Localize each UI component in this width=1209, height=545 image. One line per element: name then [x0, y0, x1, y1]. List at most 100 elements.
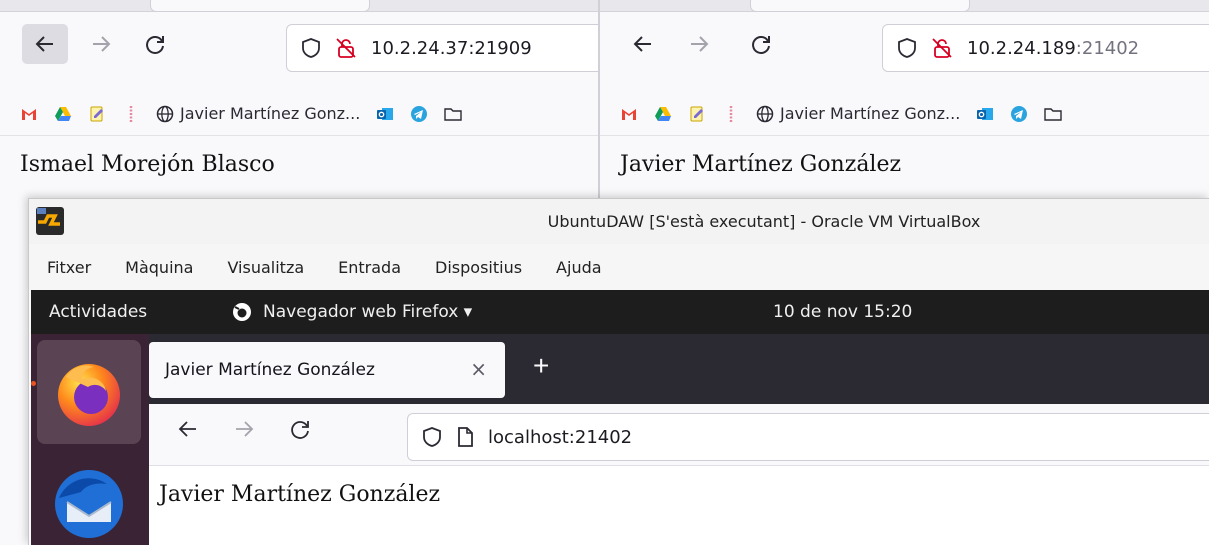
firefox-icon [58, 364, 120, 426]
pink-bookmark-icon [729, 105, 733, 122]
guest-forward-button[interactable] [233, 418, 255, 446]
bookmark-telegram[interactable] [410, 105, 428, 123]
guest-url-text: localhost:21402 [488, 426, 633, 448]
bookmark-gmail[interactable] [20, 105, 38, 123]
shield-icon [423, 427, 441, 447]
app-menu[interactable]: Navegador web Firefox ▾ [231, 301, 472, 323]
bookmark-profile-label: Javier Martínez Gonz... [780, 104, 961, 123]
gmail-icon [22, 108, 36, 120]
insecure-lock-icon [336, 38, 356, 58]
outlook-icon [977, 107, 994, 120]
back-button[interactable] [620, 24, 666, 64]
bookmark-outlook[interactable] [976, 105, 994, 123]
outlook-icon [377, 107, 394, 120]
activities-button[interactable]: Actividades [49, 302, 147, 322]
gnome-top-bar: Actividades Navegador web Firefox ▾ 10 d… [31, 290, 1209, 334]
clock[interactable]: 10 de nov 15:20 [773, 302, 912, 322]
virtualbox-window: UbuntuDAW [S'està executant] - Oracle VM… [28, 198, 1209, 545]
left-navbar: 10.2.24.37:21909 [0, 12, 598, 74]
ubuntu-dock [31, 334, 149, 545]
arrow-right-icon [93, 36, 111, 52]
right-url-text: 10.2.24.189:21402 [967, 38, 1139, 59]
arrow-right-icon [236, 421, 254, 437]
reload-button[interactable] [132, 24, 178, 64]
back-button[interactable] [22, 24, 68, 64]
bookmark-pink[interactable] [722, 105, 740, 123]
guest-active-tab[interactable]: Javier Martínez González × [149, 342, 505, 398]
bookmark-notes[interactable] [688, 105, 706, 123]
page-icon [458, 427, 473, 447]
folder-icon [444, 107, 463, 121]
dock-item-firefox[interactable] [37, 340, 141, 444]
bookmark-drive[interactable] [54, 105, 72, 123]
guest-tab-bar: Javier Martínez González × + [149, 334, 1209, 404]
reload-icon [146, 36, 164, 54]
drive-icon [655, 106, 671, 121]
bookmark-notes[interactable] [88, 105, 106, 123]
bookmark-profile[interactable]: Javier Martínez Gonz... [756, 104, 960, 123]
app-menu-label: Navegador web Firefox ▾ [263, 302, 473, 322]
left-browser-window: 10.2.24.37:21909 Javier Martínez Gonz... [0, 0, 598, 200]
right-url-port: :21402 [1075, 37, 1140, 59]
globe-icon [756, 105, 774, 122]
ubuntu-guest-screen: Actividades Navegador web Firefox ▾ 10 d… [31, 290, 1209, 545]
bookmark-outlook[interactable] [376, 105, 394, 123]
notes-icon [690, 106, 703, 121]
bookmark-folder[interactable] [1044, 105, 1063, 123]
left-tabstrip [0, 0, 598, 12]
gmail-icon [622, 108, 636, 120]
forward-button[interactable] [78, 24, 124, 64]
firefox-small-icon [233, 303, 251, 321]
bookmark-profile-label: Javier Martínez Gonz... [180, 104, 361, 123]
running-indicator [31, 381, 36, 386]
telegram-icon [411, 105, 428, 122]
bookmark-drive[interactable] [654, 105, 672, 123]
left-bookmarks-toolbar: Javier Martínez Gonz... [0, 92, 598, 136]
new-tab-button[interactable]: + [533, 352, 549, 380]
dock-item-thunderbird[interactable] [37, 452, 141, 545]
left-page-heading: Ismael Morejón Blasco [20, 152, 275, 177]
right-url-host: 10.2.24.189 [967, 37, 1076, 59]
virtualbox-titlebar[interactable]: UbuntuDAW [S'està executant] - Oracle VM… [29, 199, 1209, 244]
bookmark-pink[interactable] [122, 105, 140, 123]
telegram-icon [1011, 105, 1028, 122]
insecure-lock-icon [932, 38, 952, 58]
reload-icon [291, 421, 309, 439]
notes-icon [90, 106, 103, 121]
right-page-heading: Javier Martínez González [620, 152, 902, 177]
left-tab-stub[interactable] [150, 0, 370, 12]
guest-page-heading: Javier Martínez González [159, 482, 441, 507]
arrow-left-icon [178, 421, 196, 437]
right-tabstrip [600, 0, 1209, 12]
globe-icon [156, 105, 174, 122]
menu-dispositius[interactable]: Dispositius [435, 258, 522, 277]
guest-page-content: Javier Martínez González [149, 466, 1209, 545]
guest-url-bar[interactable]: localhost:21402 [407, 413, 1209, 461]
guest-nav-bar: localhost:21402 [149, 404, 1209, 466]
right-url-bar[interactable]: 10.2.24.189:21402 [882, 24, 1209, 72]
bookmark-gmail[interactable] [620, 105, 638, 123]
menu-ajuda[interactable]: Ajuda [556, 258, 602, 277]
virtualbox-title: UbuntuDAW [S'està executant] - Oracle VM… [547, 212, 981, 231]
guest-reload-button[interactable] [289, 418, 311, 446]
forward-button[interactable] [676, 24, 722, 64]
menu-maquina[interactable]: Màquina [125, 258, 193, 277]
folder-icon [1044, 107, 1063, 121]
arrow-left-icon [633, 36, 651, 52]
reload-button[interactable] [738, 24, 784, 64]
arrow-left-icon [35, 36, 53, 52]
bookmark-folder[interactable] [444, 105, 463, 123]
left-url-bar[interactable]: 10.2.24.37:21909 [286, 24, 598, 72]
right-tab-stub[interactable] [750, 0, 970, 12]
menu-visualitza[interactable]: Visualitza [227, 258, 304, 277]
menu-entrada[interactable]: Entrada [338, 258, 401, 277]
guest-back-button[interactable] [177, 418, 199, 446]
bookmark-telegram[interactable] [1010, 105, 1028, 123]
guest-tab-title: Javier Martínez González [165, 360, 375, 380]
tab-close-icon[interactable]: × [470, 357, 487, 381]
drive-icon [55, 106, 71, 121]
bookmark-profile[interactable]: Javier Martínez Gonz... [156, 104, 360, 123]
reload-icon [752, 36, 770, 54]
menu-fitxer[interactable]: Fitxer [47, 258, 91, 277]
left-url-text: 10.2.24.37:21909 [371, 37, 532, 59]
